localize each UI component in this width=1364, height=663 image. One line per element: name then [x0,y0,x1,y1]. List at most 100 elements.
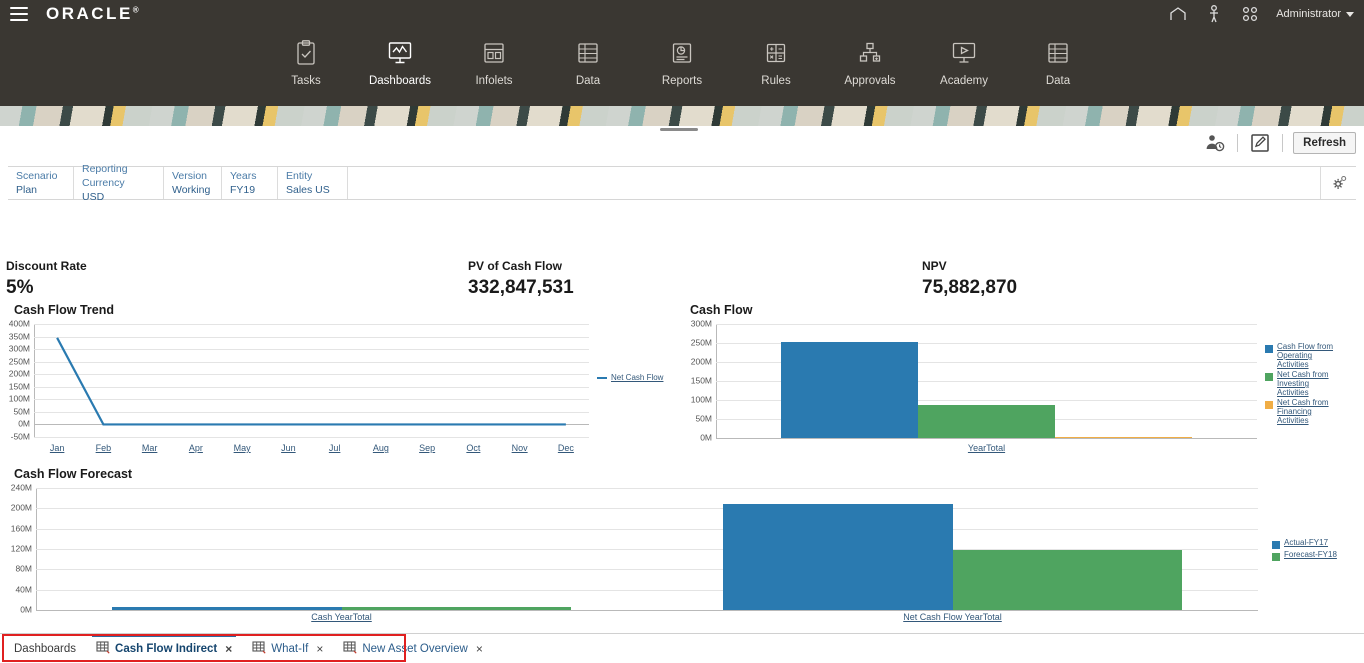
x-axis-tick-label[interactable]: Jan [50,443,65,453]
x-axis-tick-label[interactable]: Nov [512,443,528,453]
close-icon[interactable]: × [225,642,232,656]
tab-label: What-If [271,642,309,655]
settings-gear-icon[interactable] [1320,167,1356,199]
pov-cell-entity[interactable]: Entity Sales US [278,167,348,199]
legend-label[interactable]: Net Cash from Investing Activities [1277,370,1337,397]
nav-item-academy[interactable]: Academy [917,38,1011,87]
legend-color-swatch [1265,345,1273,353]
legend-color-swatch [1272,541,1280,549]
kpi-label: Discount Rate [6,259,87,273]
nav-item-tasks[interactable]: Tasks [259,38,353,87]
pov-cell-reporting-currency[interactable]: Reporting Currency USD [74,163,164,203]
kpi-npv: NPV 75,882,870 [922,258,1017,300]
x-axis-tick-label[interactable]: May [234,443,251,453]
y-axis-tick-label: 80M [15,563,32,574]
x-axis-tick-label[interactable]: Oct [466,443,480,453]
oracle-logo: ORACLE® [46,4,139,23]
pov-bar: Scenario Plan Reporting Currency USD Ver… [8,163,1356,203]
y-axis-tick-label: 0M [18,418,30,429]
nav-item-reports[interactable]: Reports [635,38,729,87]
bar-segment[interactable] [780,341,918,438]
nav-item-data[interactable]: Data [541,38,635,87]
report-doc-icon [667,38,697,68]
nav-item-dashboards[interactable]: Dashboards [353,38,447,87]
nav-item-rules[interactable]: Rules [729,38,823,87]
x-axis-tick-label[interactable]: Feb [96,443,112,453]
x-axis-tick-label[interactable]: Apr [189,443,203,453]
user-menu[interactable]: Administrator [1276,8,1354,20]
legend-label[interactable]: Cash Flow from Operating Activities [1277,342,1337,369]
x-axis-tick-label[interactable]: Jun [281,443,296,453]
legend-label[interactable]: Forecast-FY18 [1284,550,1337,559]
kpi-label: PV of Cash Flow [468,259,563,273]
x-axis-tick-label[interactable]: Mar [142,443,158,453]
chart-title-cash-flow-trend: Cash Flow Trend [14,303,115,317]
legend-item[interactable]: Net Cash Flow [597,373,677,382]
close-icon[interactable]: × [316,642,323,656]
bar-segment[interactable] [952,550,1182,610]
nav-item-approvals[interactable]: Approvals [823,38,917,87]
x-axis-tick-label[interactable]: Net Cash Flow YearTotal [903,612,1002,622]
pov-cell-scenario[interactable]: Scenario Plan [8,167,74,199]
legend-label[interactable]: Net Cash from Financing Activities [1277,398,1337,425]
refresh-button[interactable]: Refresh [1293,132,1356,154]
nav-item-infolets[interactable]: Infolets [447,38,541,87]
x-axis-tick-label[interactable]: Aug [373,443,389,453]
pov-member-value: FY19 [230,184,256,196]
legend-item[interactable]: Net Cash from Investing Activities [1265,370,1355,397]
legend-label[interactable]: Net Cash Flow [611,373,663,382]
y-axis-tick-label: 400M [8,318,30,329]
pov-member-value: Plan [16,184,38,196]
legend-item[interactable]: Actual-FY17 [1272,538,1360,549]
bar-segment[interactable] [723,504,953,610]
bar-segment[interactable] [112,607,342,610]
close-icon[interactable]: × [476,642,483,656]
legend-item[interactable]: Net Cash from Financing Activities [1265,398,1355,425]
bar-segment[interactable] [917,405,1056,438]
hamburger-icon[interactable] [10,7,28,21]
chart-cash-flow-forecast[interactable]: 240M 200M 160M 120M 80M 40M 0M [11,483,1258,614]
x-axis-tick-label[interactable]: Dec [558,443,574,453]
monitor-chart-icon [385,38,415,68]
y-axis-tick-label: 40M [15,584,32,595]
edit-pencil-icon[interactable] [1248,131,1272,155]
x-axis-tick-label[interactable]: Sep [419,443,435,453]
y-axis-tick-label: 200M [8,368,30,379]
pov-cell-years[interactable]: Years FY19 [222,167,278,199]
x-axis-tick-label[interactable]: Cash YearTotal [311,612,372,622]
bottom-tab-bar: Dashboards Cash Flow Indirect × What-If … [0,633,1364,663]
pov-cell-version[interactable]: Version Working [164,167,222,199]
bar-segment[interactable] [341,607,571,610]
user-menu-label: Administrator [1276,8,1341,20]
bar-segment[interactable] [1055,436,1193,438]
chart-title-cash-flow: Cash Flow [690,303,753,317]
accessibility-icon[interactable] [1204,4,1224,24]
legend-item[interactable]: Forecast-FY18 [1272,550,1360,561]
user-settings-icon[interactable] [1203,131,1227,155]
kpi-pv-of-cash-flow: PV of Cash Flow 332,847,531 [468,258,574,300]
legend-item[interactable]: Cash Flow from Operating Activities [1265,342,1355,369]
y-axis-tick-label: 160M [10,523,32,534]
tab-new-asset-overview[interactable]: New Asset Overview × [333,635,492,663]
nav-item-data-2[interactable]: Data [1011,38,1105,87]
apps-grid-icon[interactable] [1240,4,1260,24]
legend-label[interactable]: Actual-FY17 [1284,538,1328,547]
nav-label: Reports [661,75,703,87]
chart-cash-flow-trend[interactable]: 400M 350M 300M 250M 200M 150M 100M 50M 0M -50M [9,319,589,441]
panel-collapse-handle[interactable] [660,128,698,131]
pov-dimension-label: Scenario [16,170,58,182]
y-axis-tick-label: 200M [690,356,712,367]
legend-cash-flow-trend: Net Cash Flow [597,373,677,383]
x-axis-tick-label[interactable]: Jul [329,443,341,453]
home-icon[interactable] [1168,4,1188,24]
tab-what-if[interactable]: What-If × [242,635,333,663]
tab-dashboards[interactable]: Dashboards [0,635,86,663]
gridline [716,324,1257,325]
y-axis-tick-label: 0M [700,432,712,443]
gridline [36,488,1258,489]
x-axis-tick-label[interactable]: YearTotal [968,443,1005,453]
tab-cash-flow-indirect[interactable]: Cash Flow Indirect × [86,633,242,663]
chart-cash-flow[interactable]: 300M 250M 200M 150M 100M 50M 0M [691,319,1257,442]
nav-label: Infolets [475,75,513,87]
y-axis-tick-label: 150M [690,375,712,386]
